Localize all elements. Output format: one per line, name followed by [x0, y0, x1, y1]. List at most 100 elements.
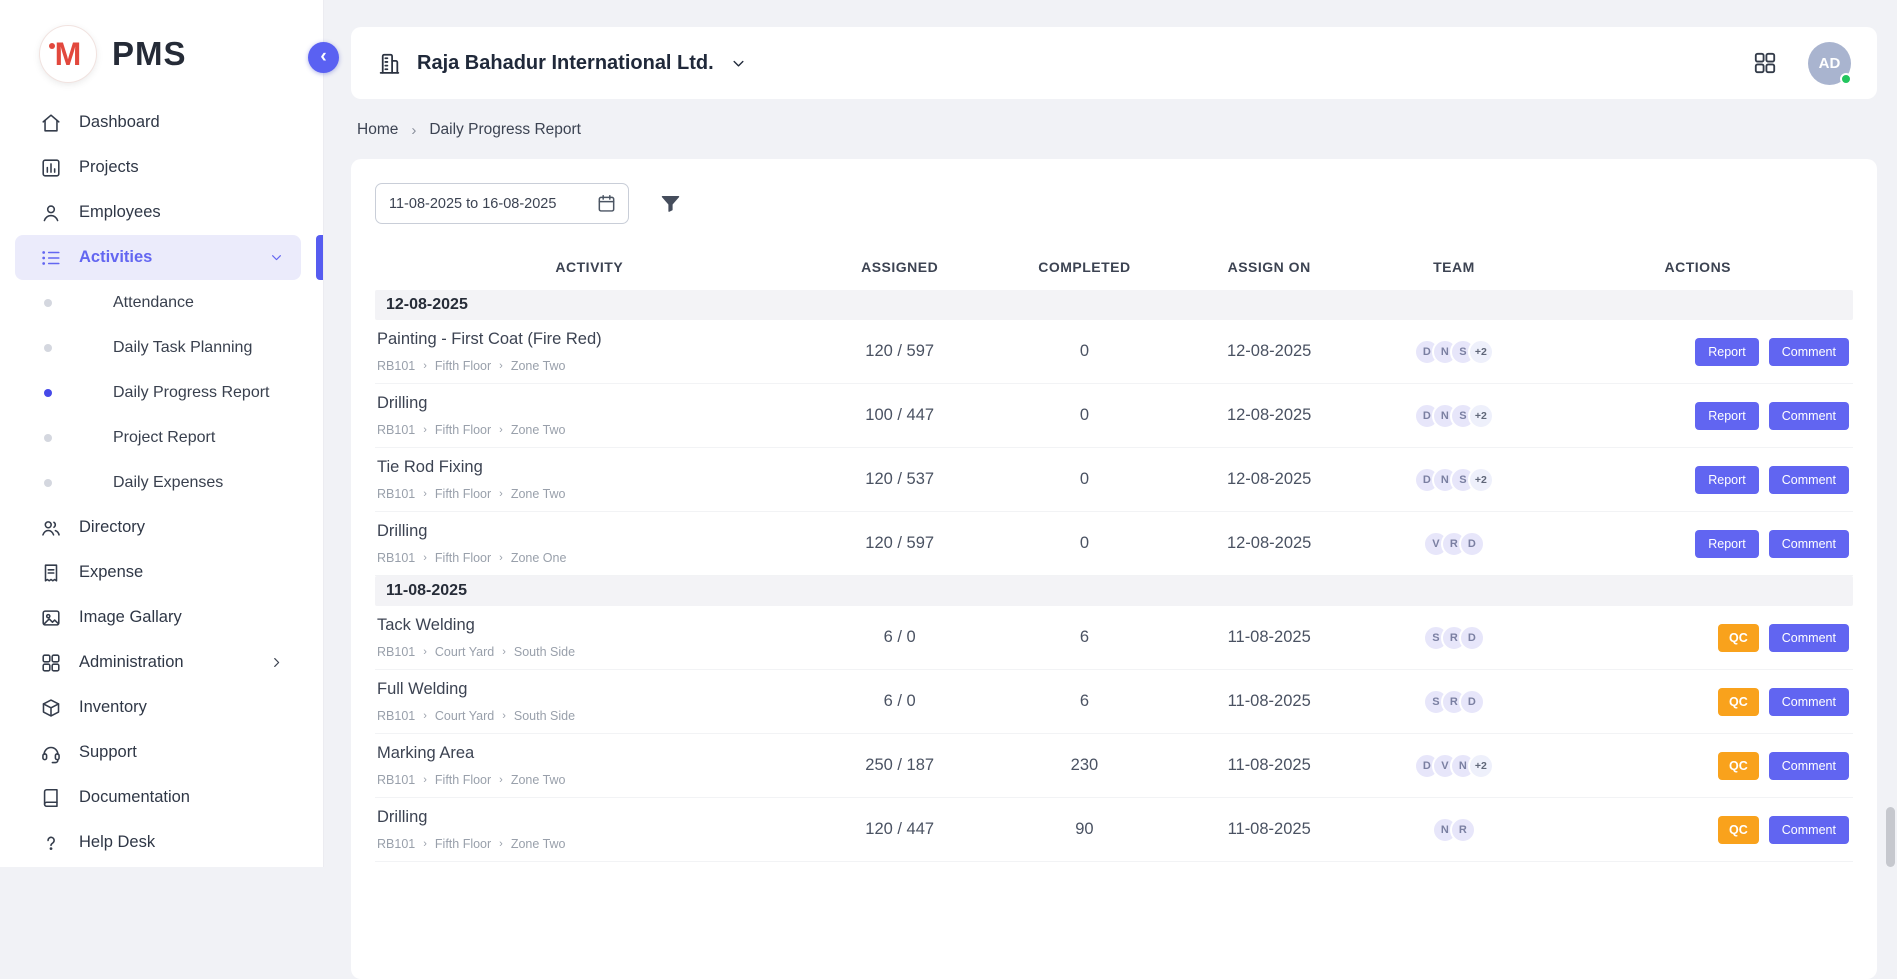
sidebar-item-label: Expense — [79, 563, 143, 582]
date-range-input[interactable] — [375, 183, 629, 224]
completed-value: 0 — [996, 406, 1173, 425]
filter-funnel-icon[interactable] — [659, 192, 682, 215]
user-avatar[interactable]: AD — [1808, 42, 1851, 85]
sidebar-subitem-label: Daily Expenses — [113, 474, 223, 492]
documentation-icon — [40, 787, 62, 809]
table-row: Tack Welding RB101› Court Yard› South Si… — [375, 606, 1853, 670]
assign-on-date: 11-08-2025 — [1173, 628, 1365, 647]
activity-name: Tie Rod Fixing — [377, 458, 804, 477]
location-path-segment: Zone Two — [511, 423, 566, 437]
progress-table: ACTIVITYASSIGNEDCOMPLETEDASSIGN ONTEAMAC… — [375, 244, 1853, 862]
sidebar-subitem-daily-expenses[interactable]: Daily Expenses — [0, 460, 323, 505]
comment-button[interactable]: Comment — [1769, 530, 1849, 558]
activity-location-path: RB101› Fifth Floor› Zone Two — [377, 423, 804, 437]
activity-location-path: RB101› Court Yard› South Side — [377, 645, 804, 659]
table-row: Drilling RB101› Fifth Floor› Zone Two 10… — [375, 384, 1853, 448]
sidebar-item-expense[interactable]: Expense — [15, 550, 301, 595]
help-icon — [40, 832, 62, 854]
administration-icon — [40, 652, 62, 674]
team-cell: NR — [1365, 817, 1542, 843]
activities-icon — [40, 247, 62, 269]
team-cell: DNS+2 — [1365, 403, 1542, 429]
qc-button[interactable]: QC — [1718, 624, 1759, 652]
activity-location-path: RB101› Fifth Floor› Zone Two — [377, 359, 804, 373]
scrollbar-thumb[interactable] — [1886, 807, 1895, 867]
team-cell: DNS+2 — [1365, 339, 1542, 365]
comment-button[interactable]: Comment — [1769, 624, 1849, 652]
sidebar-subitem-project-report[interactable]: Project Report — [0, 415, 323, 460]
sidebar-item-help-desk[interactable]: Help Desk — [15, 820, 301, 865]
qc-button[interactable]: QC — [1718, 816, 1759, 844]
activity-location-path: RB101› Fifth Floor› Zone One — [377, 551, 804, 565]
report-button[interactable]: Report — [1695, 402, 1759, 430]
comment-button[interactable]: Comment — [1769, 752, 1849, 780]
sidebar-item-employees[interactable]: Employees — [15, 190, 301, 235]
column-header-activity: ACTIVITY — [375, 259, 804, 275]
date-range-value[interactable] — [389, 196, 588, 212]
sidebar-item-support[interactable]: Support — [15, 730, 301, 775]
sidebar-subitem-daily-task-planning[interactable]: Daily Task Planning — [0, 325, 323, 370]
app-logo: M — [40, 26, 96, 82]
location-path-segment: RB101 — [377, 837, 415, 851]
assign-on-date: 12-08-2025 — [1173, 534, 1365, 553]
sidebar-subitem-attendance[interactable]: Attendance — [0, 280, 323, 325]
report-button[interactable]: Report — [1695, 530, 1759, 558]
sidebar-nav: Dashboard Projects Employees Activities … — [0, 100, 323, 865]
sidebar-item-image-gallary[interactable]: Image Gallary — [15, 595, 301, 640]
comment-button[interactable]: Comment — [1769, 402, 1849, 430]
team-cell: DVN+2 — [1365, 753, 1542, 779]
assign-on-date: 11-08-2025 — [1173, 756, 1365, 775]
activity-location-path: RB101› Court Yard› South Side — [377, 709, 804, 723]
team-more-badge: +2 — [1468, 467, 1494, 493]
qc-button[interactable]: QC — [1718, 688, 1759, 716]
company-name: Raja Bahadur International Ltd. — [417, 52, 714, 75]
comment-button[interactable]: Comment — [1769, 688, 1849, 716]
apps-grid-icon[interactable] — [1752, 50, 1778, 76]
breadcrumb-current: Daily Progress Report — [429, 121, 581, 139]
table-row: Tie Rod Fixing RB101› Fifth Floor› Zone … — [375, 448, 1853, 512]
path-chevron-icon: › — [423, 646, 427, 658]
company-selector[interactable]: Raja Bahadur International Ltd. — [377, 51, 748, 76]
team-cell: SRD — [1365, 625, 1542, 651]
qc-button[interactable]: QC — [1718, 752, 1759, 780]
assigned-value: 6 / 0 — [804, 692, 996, 711]
sidebar-item-label: Projects — [79, 158, 139, 177]
report-button[interactable]: Report — [1695, 338, 1759, 366]
completed-value: 6 — [996, 628, 1173, 647]
sidebar-item-activities[interactable]: Activities — [15, 235, 301, 280]
sidebar-item-label: Inventory — [79, 698, 147, 717]
content-card: ACTIVITYASSIGNEDCOMPLETEDASSIGN ONTEAMAC… — [351, 159, 1877, 979]
comment-button[interactable]: Comment — [1769, 466, 1849, 494]
sidebar-item-dashboard[interactable]: Dashboard — [15, 100, 301, 145]
column-header-completed: COMPLETED — [996, 259, 1173, 275]
sidebar-item-inventory[interactable]: Inventory — [15, 685, 301, 730]
completed-value: 90 — [996, 820, 1173, 839]
breadcrumb-separator-icon: › — [411, 122, 416, 139]
report-button[interactable]: Report — [1695, 466, 1759, 494]
path-chevron-icon: › — [423, 552, 427, 564]
sidebar-subitem-daily-progress-report[interactable]: Daily Progress Report — [0, 370, 323, 415]
sidebar-item-projects[interactable]: Projects — [15, 145, 301, 190]
actions-cell: Report Comment — [1543, 530, 1853, 558]
breadcrumb-home[interactable]: Home — [357, 121, 398, 139]
path-chevron-icon: › — [423, 774, 427, 786]
comment-button[interactable]: Comment — [1769, 338, 1849, 366]
path-chevron-icon: › — [499, 774, 503, 786]
comment-button[interactable]: Comment — [1769, 816, 1849, 844]
sidebar-item-label: Image Gallary — [79, 608, 182, 627]
activity-location-path: RB101› Fifth Floor› Zone Two — [377, 487, 804, 501]
location-path-segment: RB101 — [377, 773, 415, 787]
bullet-icon — [44, 344, 52, 352]
employees-icon — [40, 202, 62, 224]
location-path-segment: Fifth Floor — [435, 773, 491, 787]
sidebar-collapse-button[interactable]: ‹ — [308, 42, 339, 73]
completed-value: 0 — [996, 342, 1173, 361]
assigned-value: 120 / 597 — [804, 534, 996, 553]
sidebar-item-documentation[interactable]: Documentation — [15, 775, 301, 820]
bullet-icon — [44, 389, 52, 397]
calendar-icon[interactable] — [596, 193, 617, 214]
filter-row — [375, 183, 1853, 224]
location-path-segment: RB101 — [377, 645, 415, 659]
sidebar-item-directory[interactable]: Directory — [15, 505, 301, 550]
sidebar-item-administration[interactable]: Administration — [15, 640, 301, 685]
